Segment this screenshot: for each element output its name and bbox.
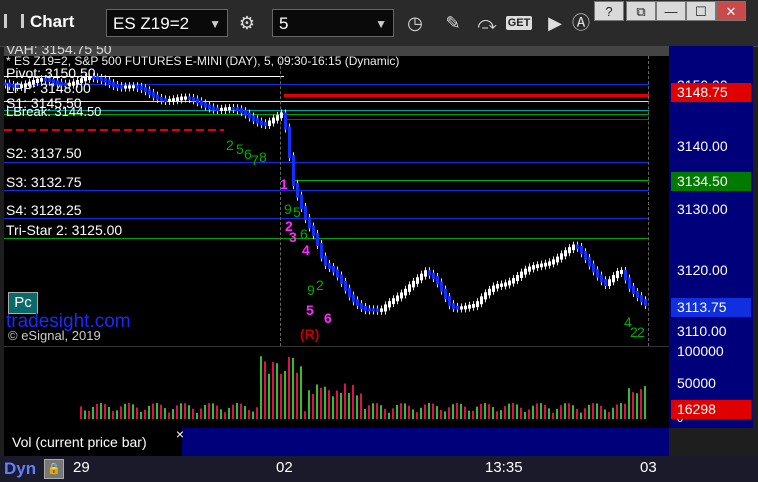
time-axis[interactable]: Dyn 🔒 29 02 13:35 03 (0, 456, 758, 482)
price-tag-green: 3134.50 (671, 172, 751, 191)
minimize-button[interactable]: — (656, 1, 686, 21)
green-count: 2 (637, 324, 645, 340)
volume-legend: Vol (current price bar) × (4, 426, 669, 456)
green-count: 7 (251, 152, 259, 168)
volume-legend-text: Vol (current price bar) (12, 434, 147, 450)
volume-bars (80, 356, 646, 419)
close-icon[interactable]: × (176, 420, 184, 448)
maximize-glyph: ☐ (695, 4, 707, 19)
help-button[interactable]: ? (594, 1, 624, 21)
price-tick: 3110.00 (677, 323, 727, 339)
get-label: GET (505, 16, 533, 30)
volume-tick: 100000 (677, 343, 724, 359)
price-axis[interactable]: 3150.00 3140.00 3130.00 3120.00 3110.00 … (669, 46, 753, 346)
price-tag-red: 3148.75 (671, 83, 751, 102)
volume-pane[interactable] (4, 346, 669, 429)
time-label: 13:35 (485, 459, 523, 476)
volume-axis[interactable]: 100000 50000 0 16298 (669, 343, 753, 428)
time-label: 03 (640, 459, 657, 476)
chart-logo-icon (4, 14, 24, 28)
magenta-count: 4 (302, 242, 310, 258)
volume-tag: 16298 (671, 400, 751, 419)
chevron-down-icon[interactable]: ▼ (375, 10, 387, 38)
maximize-button[interactable]: ☐ (686, 1, 716, 21)
pc-label: Pc (14, 294, 32, 311)
clock-icon[interactable]: ◷ (400, 8, 430, 38)
symbol-value: ES Z19=2 (113, 14, 190, 33)
time-label: 02 (276, 459, 293, 476)
volume-legend-label: Vol (current price bar) × (4, 426, 184, 456)
chart-window-title: Chart (4, 12, 74, 32)
price-tick: 3140.00 (677, 138, 728, 154)
price-tick: 3130.00 (677, 201, 728, 217)
magenta-count: 6 (324, 310, 332, 326)
reversal-marker: (R) (300, 326, 320, 342)
restore-button[interactable]: ⧉ (626, 1, 656, 21)
symbol-input[interactable]: ES Z19=2 ▼ (106, 9, 228, 37)
close-button[interactable]: ✕ (716, 1, 746, 21)
pencil-icon[interactable]: ✎ (438, 8, 468, 38)
gear-icon[interactable]: ⚙ (232, 8, 262, 38)
alert-icon[interactable]: Ⓐ (566, 8, 596, 38)
minimize-glyph: — (664, 4, 678, 19)
toolbar: Chart ES Z19=2 ▼ ⚙ 5 ▼ ◷ ✎ ⤼ GET ▶ Ⓐ ? ⧉ —… (0, 0, 758, 47)
volume-tick: 50000 (677, 375, 716, 391)
price-chart[interactable]: VAH: 3154.75 50 * ES Z19=2, S&P 500 FUTU… (4, 46, 669, 346)
green-count: 9 (307, 282, 315, 298)
price-bars (4, 73, 647, 315)
green-count: 5 (236, 141, 244, 157)
green-count: 5 (293, 204, 301, 220)
restore-glyph: ⧉ (636, 4, 646, 19)
interval-input[interactable]: 5 ▼ (272, 9, 394, 37)
lock-icon[interactable]: 🔒 (44, 459, 64, 479)
interval-value: 5 (279, 14, 289, 33)
close-glyph: ✕ (725, 4, 737, 19)
green-count: 6 (300, 226, 308, 242)
study-icon[interactable]: ⤼ (472, 8, 502, 38)
price-tick: 3120.00 (677, 262, 728, 278)
green-count: 9 (284, 201, 292, 217)
magenta-count: 1 (280, 176, 288, 192)
magenta-count: 5 (306, 302, 314, 318)
window-title-label: Chart (30, 12, 75, 31)
green-count: 2 (316, 277, 324, 293)
price-tag-blue: 3113.75 (671, 298, 751, 317)
magenta-count: 3 (289, 229, 297, 245)
chevron-down-icon[interactable]: ▼ (209, 10, 221, 38)
green-count: 8 (259, 149, 267, 165)
green-count: 2 (226, 137, 234, 153)
time-label: 29 (73, 459, 90, 476)
get-data-icon[interactable]: GET (504, 8, 534, 38)
copyright: © eSignal, 2019 (8, 328, 101, 343)
help-glyph: ? (605, 4, 613, 19)
dynamic-label: Dyn (4, 459, 37, 478)
